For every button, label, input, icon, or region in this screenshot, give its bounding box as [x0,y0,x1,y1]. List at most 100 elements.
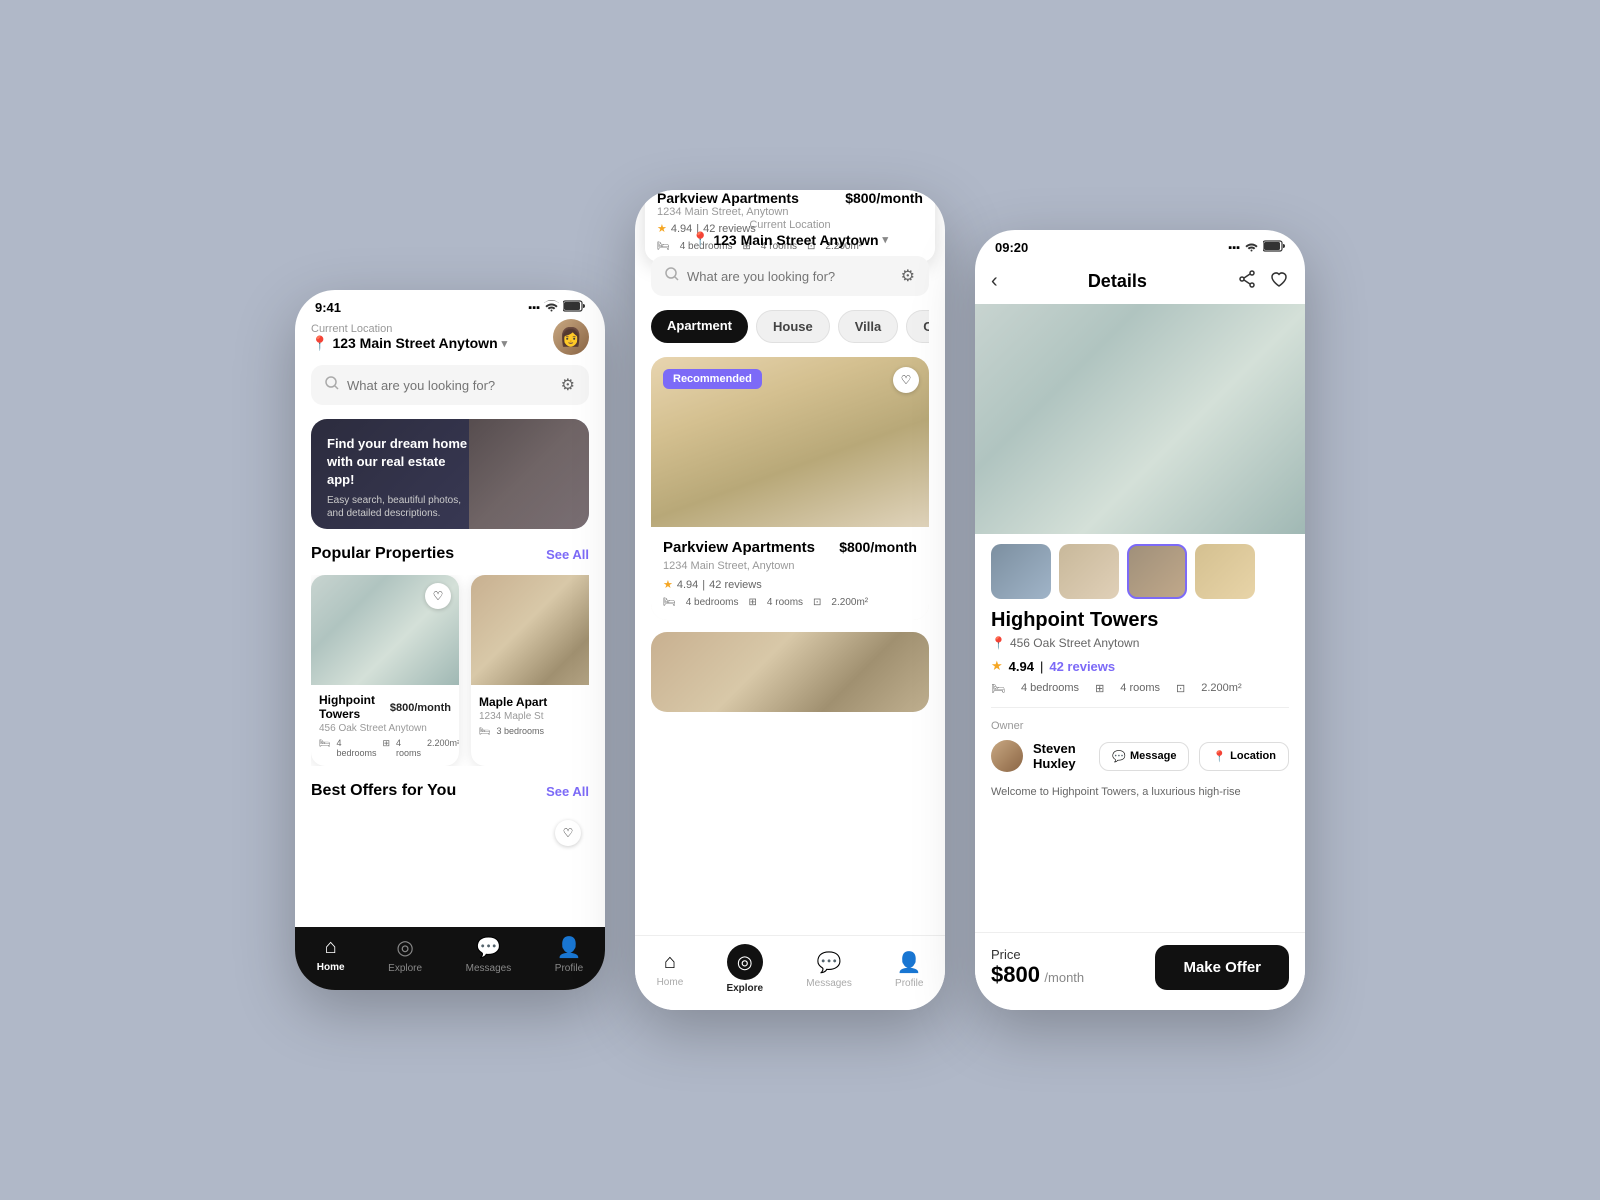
nav-messages-explore[interactable]: 💬 Messages [790,950,868,989]
nav-explore[interactable]: ◎ Explore [372,935,438,974]
location-btn-icon: 📍 [1212,750,1226,763]
phone-home: 9:41 ▪▪▪ Current Location 📍 123 Main Str… [295,290,605,990]
featured-bedrooms: 4 bedrooms [686,597,739,608]
featured-title-row: Parkview Apartments $800/month [663,539,917,556]
featured-reviews: 42 reviews [709,579,762,591]
tab-condo[interactable]: Condo [906,310,929,343]
best-offers-title: Best Offers for You [311,782,456,800]
message-button[interactable]: 💬 Message [1099,742,1189,771]
chevron-explore: ▾ [883,233,889,246]
detail-reviews[interactable]: 42 reviews [1049,659,1115,674]
location-row-explore[interactable]: 📍 123 Main Street Anytown ▾ [651,231,929,248]
property-image-maple [471,575,589,685]
messages-icon-explore: 💬 [817,950,842,975]
nav-profile-explore[interactable]: 👤 Profile [879,950,939,989]
detail-property-name: Highpoint Towers [991,609,1289,632]
spec-bedrooms: 4 bedrooms [1021,682,1079,695]
featured-price: $800/month [839,539,917,556]
avatar[interactable]: 👩 [553,319,589,355]
tab-apartment[interactable]: Apartment [651,310,748,343]
favorite-button-featured[interactable]: ♡ [893,367,919,393]
bedrooms-icon-maple: 🛏 [479,726,490,737]
rooms-icon: ⊞ [382,738,390,758]
property-price-highpoint: $800/month [390,702,451,714]
property-info-maple: Maple Apart 1234 Maple St 🛏 3 bedrooms [471,685,589,745]
top-card-price: $800/month [845,190,923,206]
property-details-maple: 🛏 3 bedrooms [479,726,589,737]
search-icon [325,376,339,395]
nav-home[interactable]: ⌂ Home [301,936,361,973]
explore-icon: ◎ [396,935,413,960]
location-btn-label: Location [1230,750,1276,762]
search-bar-explore[interactable]: ⚙ [651,256,929,296]
details-body: Highpoint Towers 📍 456 Oak Street Anytow… [975,609,1305,801]
nav-profile[interactable]: 👤 Profile [539,935,599,974]
favorite-icon[interactable] [1269,269,1289,294]
price-unit: /month [1044,970,1084,985]
status-bar-details: 09:20 ▪▪▪ [975,230,1305,259]
best-offers-see-all[interactable]: See All [546,784,589,799]
thumb-4[interactable] [1195,544,1255,599]
filter-icon[interactable]: ⚙ [561,375,575,395]
bedrooms-icon: 🛏 [319,738,330,758]
signal-icon-details: ▪▪▪ [1228,242,1240,254]
time-home: 9:41 [315,300,341,315]
featured-area-icon: ⊡ [813,597,821,608]
thumb-2[interactable] [1059,544,1119,599]
thumb-3[interactable] [1127,544,1187,599]
search-bar[interactable]: ⚙ [311,365,589,405]
search-input-explore[interactable] [687,269,893,284]
location-address: 123 Main Street Anytown [332,335,497,351]
detail-main-image [975,304,1305,534]
property-card-highpoint[interactable]: ♡ Highpoint Towers $800/month 456 Oak St… [311,575,459,766]
nav-home-label-explore: Home [657,977,684,988]
favorite-button-offer[interactable]: ♡ [555,820,581,846]
best-offers-header: Best Offers for You See All [311,782,589,800]
banner-title: Find your dream home with our real estat… [327,435,475,490]
message-btn-label: Message [1130,750,1176,762]
favorite-button-highpoint[interactable]: ♡ [425,583,451,609]
phone-details: 09:20 ▪▪▪ ‹ Details [975,230,1305,1010]
make-offer-button[interactable]: Make Offer [1155,945,1289,990]
location-pin-explore: 📍 [692,231,709,248]
phone-explore: Parkview Apartments $800/month 1234 Main… [635,190,945,1010]
popular-see-all[interactable]: See All [546,547,589,562]
nav-messages[interactable]: 💬 Messages [450,935,528,974]
location-label-explore: Current Location [651,219,929,231]
spec-area-icon: ⊡ [1176,682,1185,695]
share-icon[interactable] [1237,269,1257,294]
tab-house[interactable]: House [756,310,830,343]
explore-icon-active: ◎ [727,944,763,980]
second-listing-card[interactable] [651,632,929,712]
wifi-icon [544,300,559,315]
filter-icon-explore[interactable]: ⚙ [901,266,915,286]
nav-home-explore[interactable]: ⌂ Home [641,951,700,988]
star-featured: ★ [663,578,673,591]
nav-explore-active[interactable]: ◎ Explore [710,944,779,994]
best-offers-card[interactable]: ♡ [311,812,589,892]
spec-room-icon: ⊞ [1095,682,1104,695]
location-button[interactable]: 📍 Location [1199,742,1289,771]
location-row[interactable]: 📍 123 Main Street Anytown ▾ [311,335,507,352]
banner-subtitle: Easy search, beautiful photos, and detai… [327,494,475,520]
nav-messages-label-explore: Messages [806,978,852,989]
price-amount: $800 [991,962,1040,987]
price-action-bar: Price $800 /month Make Offer [975,932,1305,1010]
search-input[interactable] [347,378,553,393]
home-icon: ⌂ [325,936,337,959]
featured-rating: 4.94 [677,579,698,591]
recommended-badge: Recommended [663,369,762,389]
property-info-highpoint: Highpoint Towers $800/month 456 Oak Stre… [311,685,459,766]
status-icons-details: ▪▪▪ [1228,240,1285,255]
tab-villa[interactable]: Villa [838,310,899,343]
price-label: Price [991,947,1084,962]
back-button[interactable]: ‹ [991,270,998,293]
thumb-1[interactable] [991,544,1051,599]
featured-area: 2.200m² [831,597,868,608]
featured-card-parkview[interactable]: Recommended ♡ Parkview Apartments $800/m… [651,357,929,620]
profile-icon: 👤 [557,935,582,960]
chevron-down-icon: ▾ [502,337,508,350]
property-card-maple[interactable]: Maple Apart 1234 Maple St 🛏 3 bedrooms [471,575,589,766]
featured-image-parkview: Recommended ♡ [651,357,929,527]
promo-banner: Find your dream home with our real estat… [311,419,589,529]
